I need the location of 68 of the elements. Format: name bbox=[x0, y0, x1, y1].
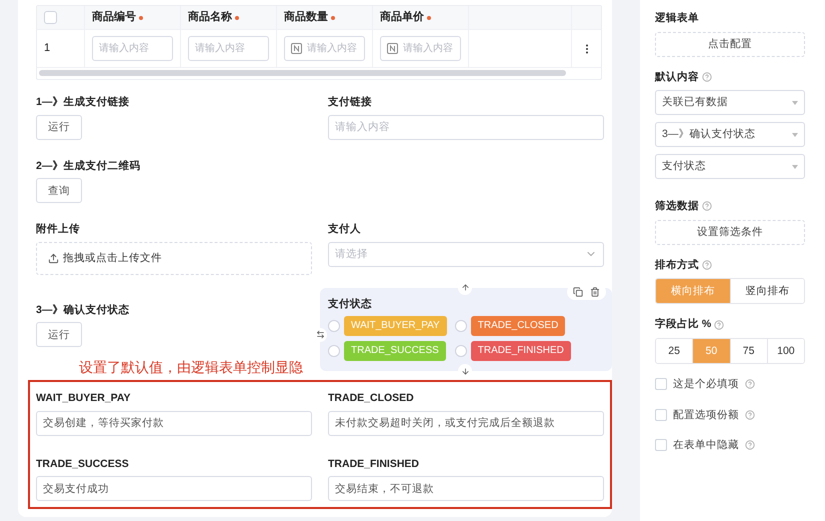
copy-icon[interactable] bbox=[573, 286, 583, 297]
field-label: 支付链接 bbox=[328, 96, 373, 109]
field-label: 支付人 bbox=[328, 223, 362, 236]
input-field[interactable]: 交易支付成功 bbox=[36, 476, 312, 502]
section-title: 逻辑表单 bbox=[655, 12, 699, 25]
section-title: 字段占比 % bbox=[655, 318, 712, 331]
field-label: 附件上传 bbox=[36, 223, 81, 236]
column-header: 商品编号 bbox=[92, 10, 136, 24]
config-button[interactable]: 点击配置 bbox=[655, 32, 805, 57]
input-field[interactable]: 交易结束，不可退款 bbox=[328, 476, 604, 502]
caret-icon bbox=[792, 100, 798, 105]
placeholder-text: 请输入内容 bbox=[99, 42, 149, 54]
checkbox-label: 配置选项份额 bbox=[673, 408, 739, 422]
section-title: 默认内容 bbox=[655, 70, 699, 84]
placeholder-text: 请输入内容 bbox=[403, 42, 453, 54]
field-label: 3—》确认支付状态 bbox=[36, 304, 130, 316]
placeholder-text: 请输入内容 bbox=[195, 42, 245, 54]
option-tag: TRADE_CLOSED bbox=[470, 316, 566, 336]
checkbox-label: 这是个必填项 bbox=[673, 378, 739, 391]
upload-area[interactable]: 拖拽或点击上传文件 bbox=[36, 242, 312, 275]
radio-button[interactable] bbox=[454, 345, 467, 358]
placeholder-text: 请输入内容 bbox=[307, 42, 357, 54]
input-field[interactable]: 未付款交易超时关闭，或支付完成后全额退款 bbox=[328, 410, 604, 436]
annotation-text: 设置了默认值，由逻辑表单控制显隐 bbox=[79, 359, 303, 376]
option-tag: WAIT_BUYER_PAY bbox=[344, 316, 447, 336]
checkbox[interactable] bbox=[655, 378, 667, 390]
section-title: 排布方式 bbox=[655, 258, 699, 272]
action-button[interactable]: 运行 bbox=[36, 114, 82, 140]
help-icon[interactable] bbox=[745, 410, 755, 420]
upload-icon bbox=[48, 252, 59, 264]
option-tag: TRADE_SUCCESS bbox=[344, 341, 446, 362]
row-number: 1 bbox=[44, 42, 50, 56]
select-field[interactable]: 3—》确认支付状态 bbox=[655, 122, 805, 148]
checkbox-label: 在表单中隐藏 bbox=[673, 439, 739, 452]
help-icon[interactable] bbox=[702, 72, 712, 82]
help-icon[interactable] bbox=[702, 260, 712, 270]
action-button[interactable]: 查询 bbox=[36, 178, 82, 204]
checkbox[interactable] bbox=[655, 439, 667, 452]
field-label: 2—》生成支付二维码 bbox=[36, 160, 142, 172]
column-header: 商品名称 bbox=[188, 10, 232, 24]
caret-icon bbox=[792, 132, 798, 137]
select-field[interactable]: 支付状态 bbox=[655, 154, 805, 180]
caret-icon bbox=[792, 164, 798, 169]
input-field[interactable]: 交易创建，等待买家付款 bbox=[36, 410, 312, 436]
field-label: 1—》生成支付链接 bbox=[36, 96, 130, 109]
field-label: 支付状态 bbox=[328, 298, 373, 310]
help-icon[interactable] bbox=[745, 379, 755, 390]
option-tag: TRADE_FINISHED bbox=[470, 341, 571, 362]
help-icon[interactable] bbox=[702, 201, 712, 212]
radio-button[interactable] bbox=[328, 320, 340, 332]
field-label: WAIT_BUYER_PAY bbox=[36, 392, 132, 405]
radio-button[interactable] bbox=[454, 320, 467, 332]
field-label: TRADE_SUCCESS bbox=[36, 458, 130, 470]
field-label: TRADE_FINISHED bbox=[328, 458, 420, 470]
column-header: 商品单价 bbox=[380, 10, 424, 24]
column-header: 商品数量 bbox=[284, 10, 328, 24]
action-button[interactable]: 运行 bbox=[36, 322, 82, 348]
delete-icon[interactable] bbox=[590, 286, 600, 297]
segment-button[interactable]: 25 bbox=[656, 338, 694, 363]
select-field[interactable]: 关联已有数据 bbox=[655, 90, 805, 116]
radio-button[interactable] bbox=[328, 345, 340, 358]
section-title: 筛选数据 bbox=[655, 200, 699, 213]
field-label: TRADE_CLOSED bbox=[328, 392, 415, 405]
checkbox[interactable] bbox=[44, 11, 57, 24]
help-icon[interactable] bbox=[745, 440, 755, 450]
config-button[interactable]: 设置筛选条件 bbox=[655, 220, 805, 245]
checkbox[interactable] bbox=[655, 408, 667, 421]
help-icon[interactable] bbox=[714, 320, 724, 330]
